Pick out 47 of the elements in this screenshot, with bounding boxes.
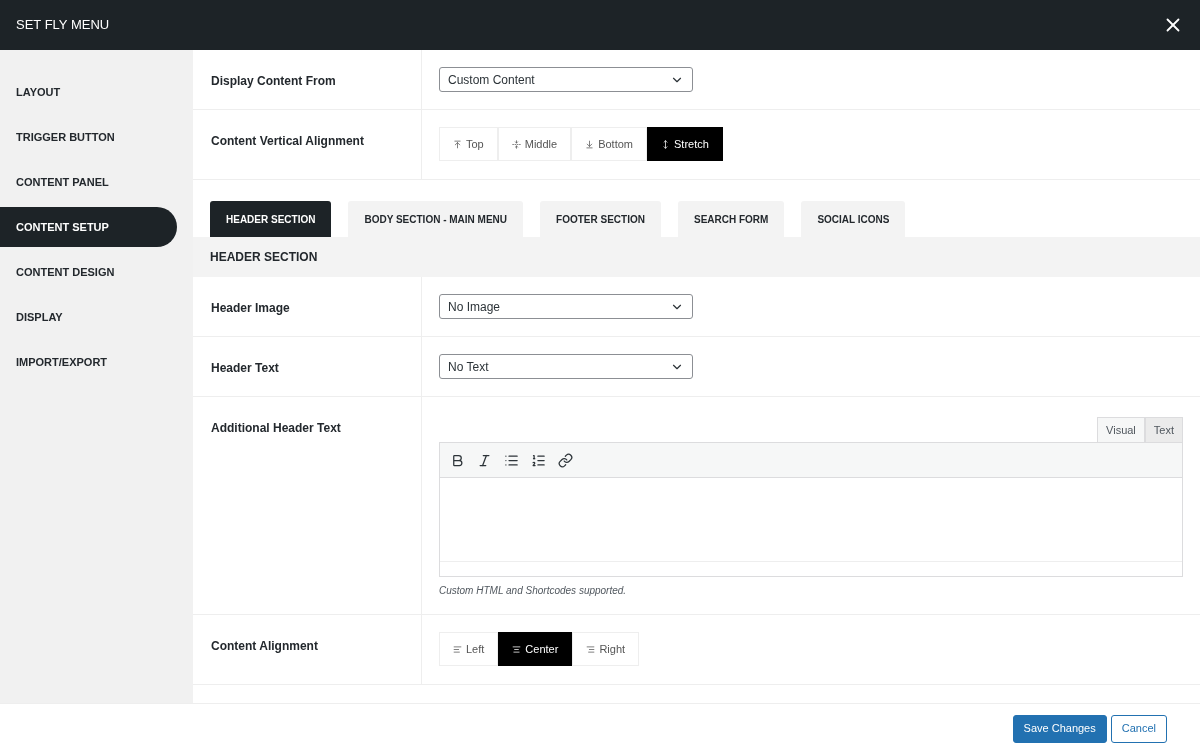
field-label: Additional Header Text xyxy=(211,421,341,435)
section-tab[interactable]: FOOTER SECTION xyxy=(540,201,661,237)
segment-button[interactable]: Bottom xyxy=(571,127,647,161)
help-text: Custom HTML and Shortcodes supported. xyxy=(439,584,628,598)
editor-mode-tab[interactable]: Visual xyxy=(1097,417,1145,442)
fold-icon xyxy=(511,139,521,149)
sidebar-item[interactable]: DISPLAY xyxy=(0,297,177,337)
field-label: Header Image xyxy=(211,301,290,315)
sidebar-item[interactable]: CONTENT DESIGN xyxy=(0,252,177,292)
sidebar-item[interactable]: LAYOUT xyxy=(0,72,177,112)
sidebar-item[interactable]: IMPORT/EXPORT xyxy=(0,342,177,382)
section-tab[interactable]: SOCIAL ICONS xyxy=(801,201,906,237)
cancel-button[interactable]: Cancel xyxy=(1110,714,1167,743)
link-icon[interactable] xyxy=(558,452,573,468)
segment-button[interactable]: Middle xyxy=(497,127,572,161)
field-label: Header Text xyxy=(211,361,279,375)
segment-button[interactable]: Top xyxy=(439,127,498,161)
window-title: SET FLY MENU xyxy=(16,16,110,35)
select-field[interactable]: Custom Content xyxy=(439,67,693,92)
section-tab[interactable]: BODY SECTION - MAIN MENU xyxy=(348,201,524,237)
top-line-icon xyxy=(453,139,462,149)
section-tab[interactable]: HEADER SECTION xyxy=(210,201,332,237)
field-label: Display Content From xyxy=(211,74,336,88)
numbered-list-icon[interactable] xyxy=(531,452,546,468)
save-button[interactable]: Save Changes xyxy=(1012,714,1107,743)
select-field[interactable]: No Image xyxy=(439,294,693,319)
align-left-icon xyxy=(453,644,462,654)
field-label: Content Vertical Alignment xyxy=(211,134,364,148)
segment-button[interactable]: Stretch xyxy=(647,127,723,161)
section-tab[interactable]: SEARCH FORM xyxy=(677,201,785,237)
align-right-icon xyxy=(586,644,596,654)
field-label: Content Alignment xyxy=(211,639,318,653)
sidebar-item[interactable]: TRIGGER BUTTON xyxy=(0,117,177,157)
align-center-icon xyxy=(512,644,522,654)
bottom-line-icon xyxy=(585,139,595,149)
editor-mode-tab[interactable]: Text xyxy=(1144,417,1183,442)
segment-button[interactable]: Right xyxy=(572,632,640,666)
bulleted-list-icon[interactable] xyxy=(504,452,519,468)
vertical-arrows-icon xyxy=(661,139,670,149)
segment-button[interactable]: Left xyxy=(439,632,499,666)
sidebar-item[interactable]: CONTENT PANEL xyxy=(0,162,177,202)
italic-icon[interactable] xyxy=(477,452,492,468)
segment-button[interactable]: Center xyxy=(498,632,573,666)
select-field[interactable]: No Text xyxy=(439,354,693,379)
section-title: HEADER SECTION xyxy=(210,249,318,266)
sidebar-item[interactable]: CONTENT SETUP xyxy=(0,207,177,247)
bold-icon[interactable] xyxy=(450,452,465,468)
